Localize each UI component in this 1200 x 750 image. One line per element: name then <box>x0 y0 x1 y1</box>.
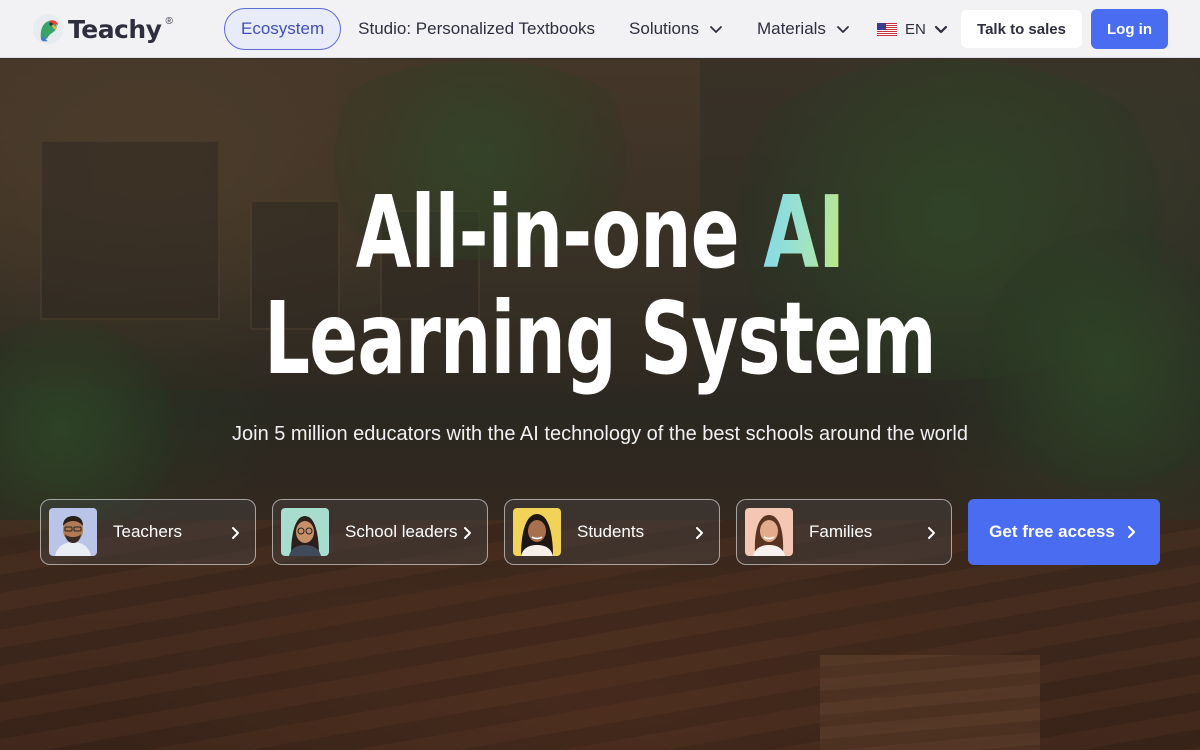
nav-ecosystem-label: Ecosystem <box>241 19 325 38</box>
audience-card-students[interactable]: Students <box>504 499 720 565</box>
teacher-avatar-image <box>49 508 97 556</box>
audience-card-label: Teachers <box>113 522 182 541</box>
registered-mark: ® <box>165 16 173 27</box>
chevron-down-icon <box>837 26 849 33</box>
login-button[interactable]: Log in <box>1091 9 1168 49</box>
avatar <box>745 508 793 556</box>
hero-title-line2: Learning System <box>264 280 936 397</box>
site-header: Teachy ® Ecosystem Studio: Personalized … <box>0 0 1200 58</box>
audience-card-school-leaders[interactable]: School leaders <box>272 499 488 565</box>
main-nav: Ecosystem Studio: Personalized Textbooks… <box>224 8 867 50</box>
hero-subtitle: Join 5 million educators with the AI tec… <box>232 423 968 445</box>
audience-card-label: Families <box>809 522 873 541</box>
nav-studio[interactable]: Studio: Personalized Textbooks <box>341 8 612 50</box>
language-selector[interactable]: EN <box>877 18 948 40</box>
nav-ecosystem[interactable]: Ecosystem <box>224 8 342 50</box>
family-avatar-image <box>745 508 793 556</box>
avatar <box>49 508 97 556</box>
chevron-right-icon <box>464 527 471 539</box>
teachy-parrot-logo <box>33 14 63 44</box>
avatar <box>513 508 561 556</box>
chevron-down-icon <box>710 26 722 33</box>
nav-materials-label: Materials <box>756 19 826 38</box>
audience-card-label: School leaders <box>345 522 458 541</box>
hero-title: All-in-one AI Learning System <box>168 180 1032 392</box>
school-leader-avatar-image <box>281 508 329 556</box>
get-free-access-button[interactable]: Get free access <box>968 499 1160 565</box>
nav-solutions[interactable]: Solutions <box>612 8 740 50</box>
avatar <box>281 508 329 556</box>
logo-text: Teachy <box>68 14 162 44</box>
get-free-access-label: Get free access <box>989 522 1115 541</box>
chevron-right-icon <box>928 527 935 539</box>
audience-card-label: Students <box>577 522 645 541</box>
audience-card-teachers[interactable]: Teachers <box>40 499 256 565</box>
chevron-right-icon <box>232 527 239 539</box>
student-avatar-image <box>513 508 561 556</box>
talk-to-sales-button[interactable]: Talk to sales <box>961 10 1082 48</box>
nav-solutions-label: Solutions <box>629 19 699 38</box>
chevron-down-icon <box>934 25 947 34</box>
chevron-right-icon <box>1127 525 1135 539</box>
audience-card-families[interactable]: Families <box>736 499 952 565</box>
nav-materials[interactable]: Materials <box>740 8 867 50</box>
us-flag-icon <box>877 22 897 36</box>
hero-title-highlight: AI <box>763 174 845 291</box>
nav-studio-label: Studio: Personalized Textbooks <box>358 19 596 38</box>
language-label: EN <box>905 20 926 38</box>
hero-title-part1: All-in-one <box>355 174 740 291</box>
chevron-right-icon <box>696 527 703 539</box>
logo[interactable]: Teachy ® <box>32 12 173 46</box>
